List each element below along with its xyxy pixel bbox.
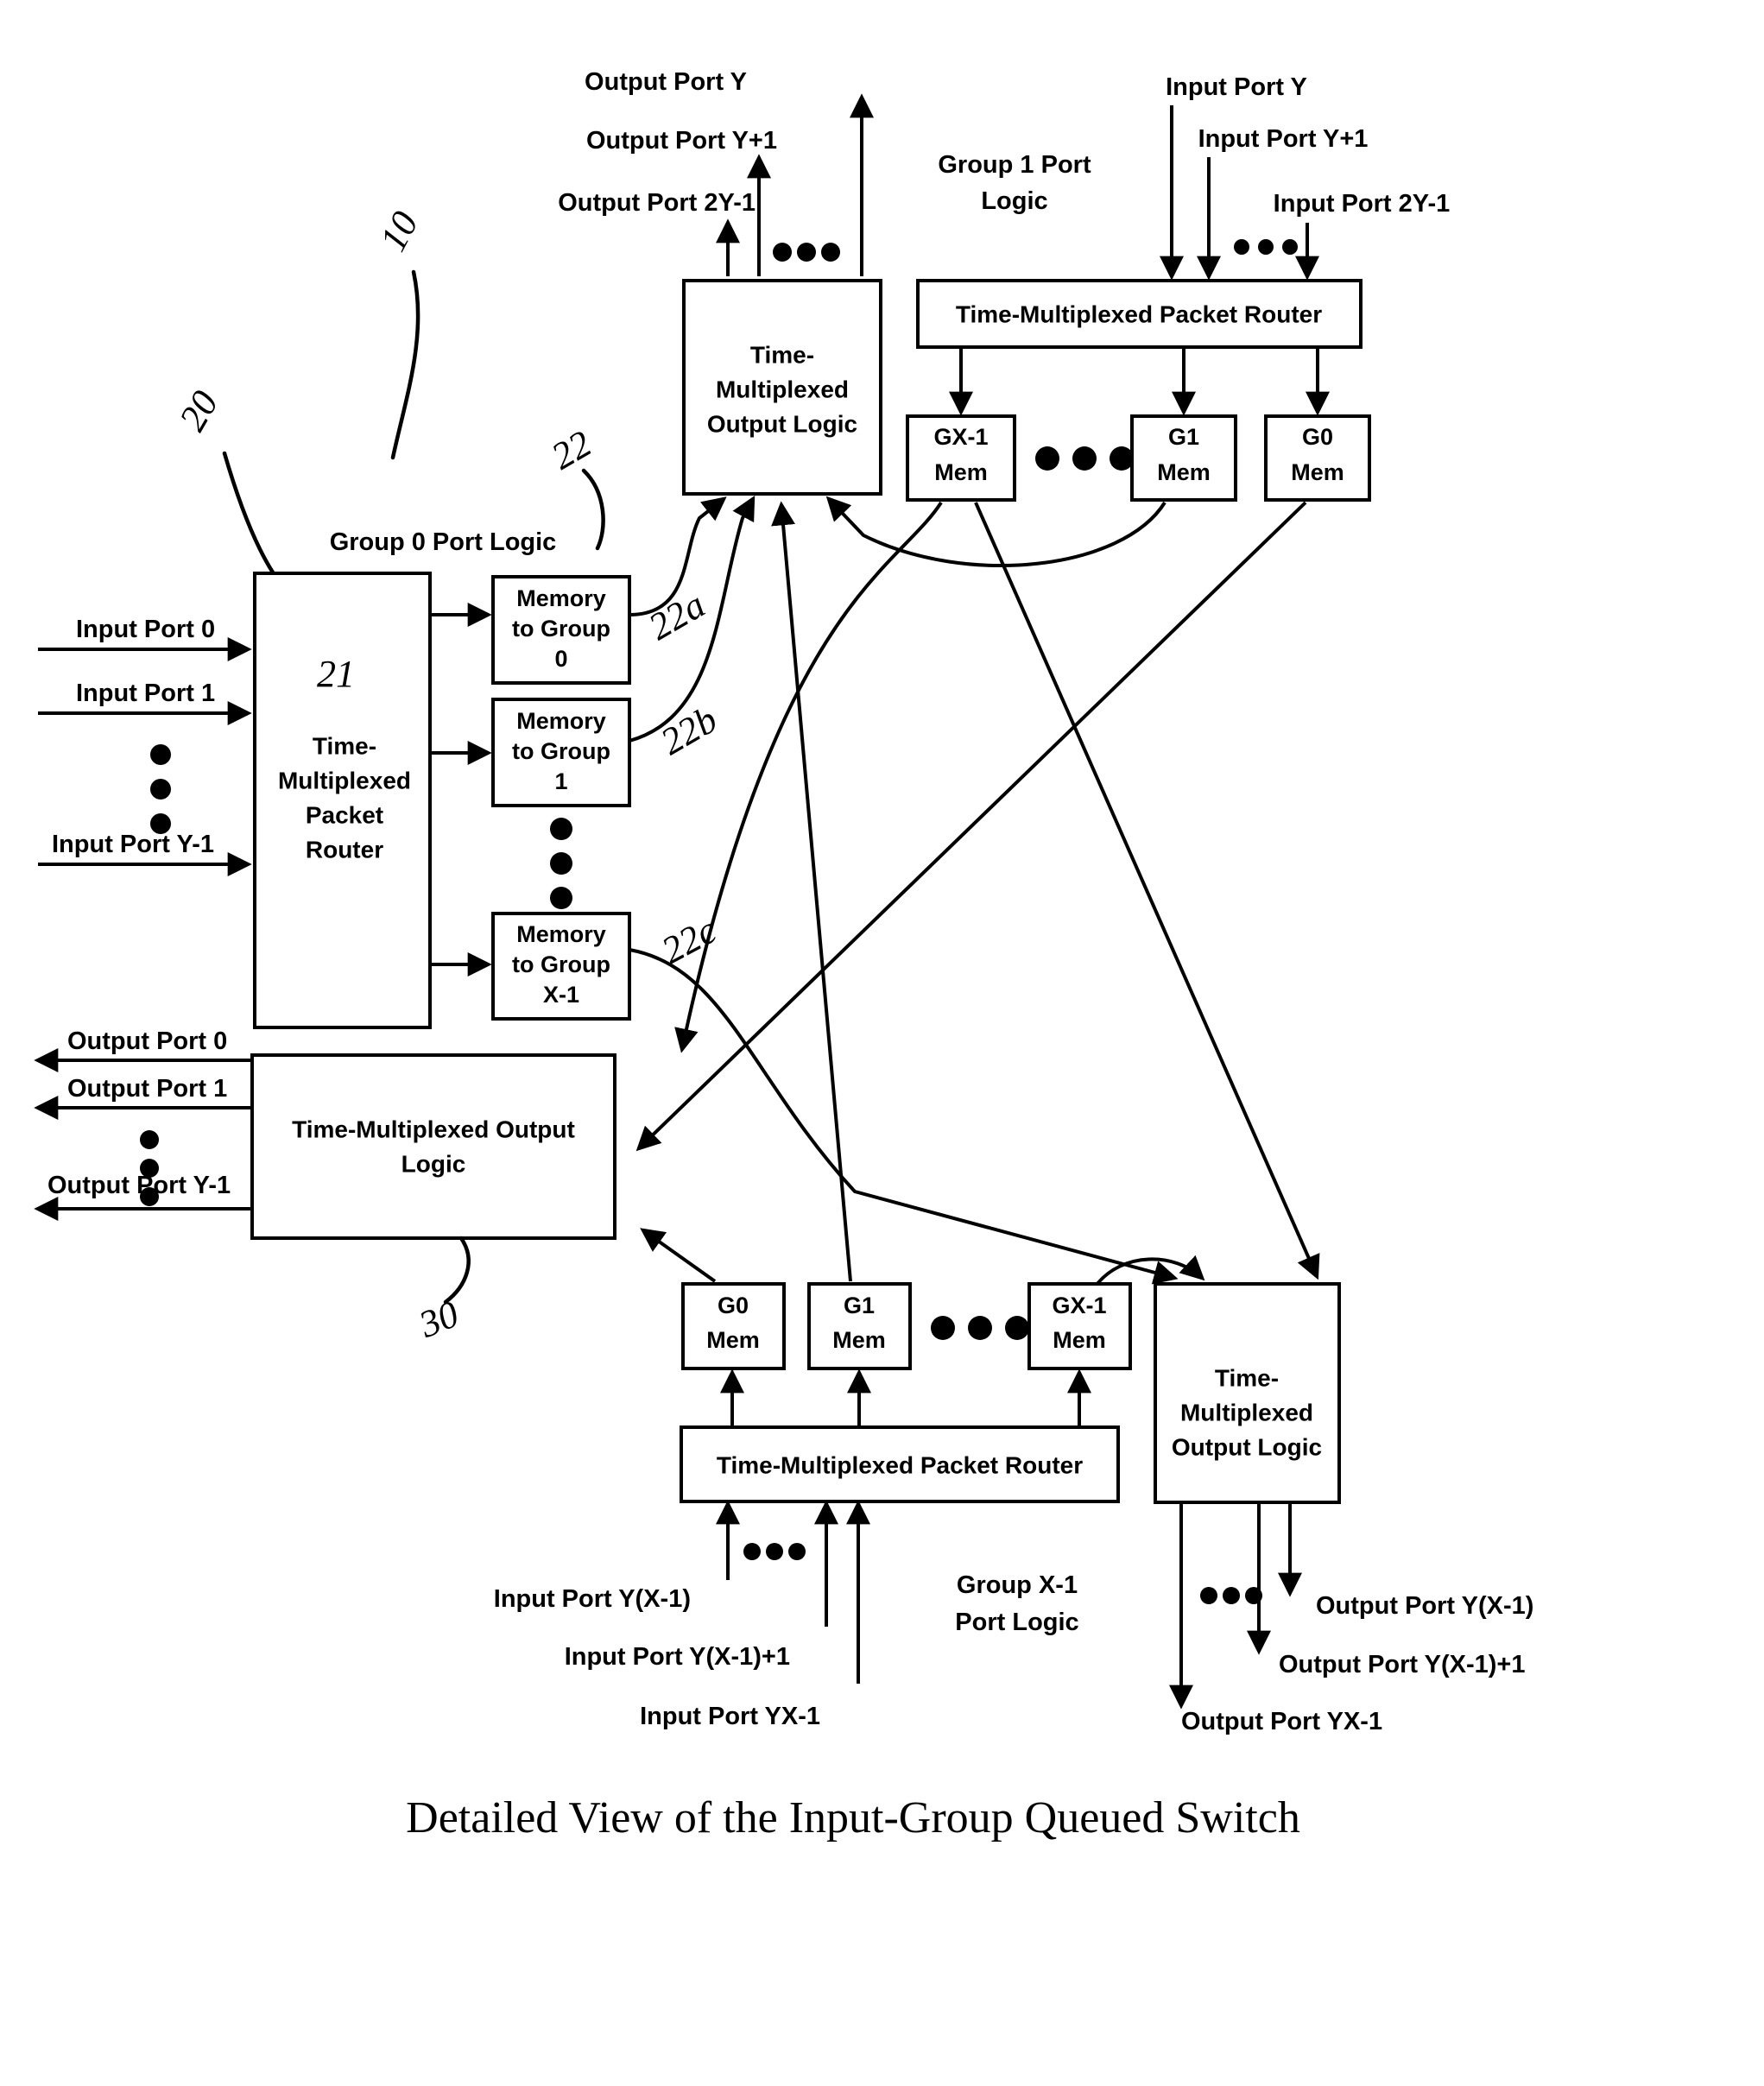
groupX1-input-label-2: Input Port YX-1 [640, 1703, 820, 1730]
numeral-22: 22 [544, 422, 598, 477]
group0-output-logic: Output Port 0 Output Port 1 Output Port … [34, 1027, 616, 1240]
group1-output-label-2: Output Port 2Y-1 [558, 189, 756, 217]
group0-output-label-2: Output Port Y-1 [47, 1172, 231, 1199]
wire-gx1mem0-to-g0output [640, 1228, 717, 1283]
group0-packet-router-box[interactable] [253, 572, 432, 1029]
group1-input-label-0: Input Port Y [1166, 73, 1307, 101]
group0-output-logic-line1: Time-Multiplexed Output [292, 1116, 575, 1142]
group0-input-label-2: Input Port Y-1 [52, 831, 214, 858]
group0-output-label-0: Output Port 0 [67, 1027, 227, 1055]
groupX1-mem-1-line2: Mem [832, 1327, 886, 1353]
groupX1-output-label-0: Output Port Y(X-1) [1316, 1592, 1533, 1620]
groupX1-mem-0-line2: Mem [706, 1327, 760, 1353]
groupX1-mem-2-line2: Mem [1053, 1327, 1106, 1353]
groupX1-input-label-1: Input Port Y(X-1)+1 [565, 1643, 790, 1671]
group0-input-label-0: Input Port 0 [76, 616, 215, 643]
groupX1-input-ellipsis [743, 1543, 806, 1560]
groupX1-title-line1: Group X-1 [957, 1571, 1078, 1599]
group0-mem1-line1: Memory [516, 708, 606, 734]
group0-mem0-line3: 0 [554, 646, 567, 672]
group1-input-ellipsis [1234, 239, 1298, 255]
group1-packet-router-label: Time-Multiplexed Packet Router [956, 300, 1322, 327]
numeral-21: 21 [317, 653, 355, 695]
group1-output-label-1: Output Port Y+1 [586, 127, 777, 155]
group1-mem-2-line1: G0 [1302, 424, 1333, 450]
group1-port-logic: Group 1 Port Logic Input Port Y Input Po… [906, 73, 1451, 502]
interconnect-wires [629, 495, 1320, 1286]
groupX1-title-line2: Port Logic [955, 1609, 1078, 1636]
groupX1-mem-ellipsis [931, 1316, 1029, 1340]
groupX1-mem-1-line1: G1 [844, 1293, 875, 1318]
group1-mem-ellipsis [1035, 446, 1134, 471]
group1-output-logic-line2: Multiplexed [716, 376, 849, 402]
figure-caption: Detailed View of the Input-Group Queued … [406, 1793, 1300, 1843]
numeral-22-leader [581, 468, 605, 551]
numeral-30-leader [443, 1236, 471, 1305]
group0-output-label-1: Output Port 1 [67, 1075, 227, 1103]
groupX1-output-logic-line1: Time- [1215, 1364, 1279, 1391]
group1-title-line2: Logic [981, 187, 1047, 215]
groupX1-output-logic-line2: Multiplexed [1180, 1399, 1313, 1425]
groupX1-output-logic-box[interactable] [1154, 1282, 1341, 1504]
group0-output-logic-line2: Logic [401, 1150, 466, 1177]
numeral-22a: 22a [642, 583, 712, 648]
patent-figure-page: Group 1 Port Logic Input Port Y Input Po… [0, 0, 1764, 2086]
numeral-20: 20 [171, 383, 226, 438]
numeral-10-leader [390, 269, 420, 460]
group1-output-logic-line3: Output Logic [707, 410, 857, 437]
numeral-20-leader [222, 451, 275, 575]
group0-router-line2: Multiplexed [278, 767, 411, 793]
group0-mem1-line2: to Group [512, 738, 610, 764]
group0-memx1-line2: to Group [512, 951, 610, 977]
group0-title: Group 0 Port Logic [330, 528, 557, 556]
groupX1-output-label-1: Output Port Y(X-1)+1 [1279, 1651, 1525, 1678]
group0-output-logic-box[interactable] [250, 1053, 616, 1240]
group0-mem1-line3: 1 [554, 768, 567, 794]
wire-g1mem0-to-g0output [635, 501, 1307, 1152]
group0-router-line1: Time- [313, 732, 376, 759]
group1-mem-0-line1: GX-1 [933, 424, 988, 450]
wire-g0memx1-to-gx1output [629, 948, 1179, 1285]
groupX1-packet-router-label: Time-Multiplexed Packet Router [717, 1451, 1083, 1478]
groupX1-input-label-0: Input Port Y(X-1) [494, 1585, 691, 1613]
groupX1-output-label-2: Output Port YX-1 [1181, 1708, 1382, 1735]
group0-port-logic: Group 0 Port Logic Input Port 0 Input Po… [38, 528, 631, 1029]
numeral-30: 30 [413, 1293, 465, 1346]
groupX1-mem-2-line1: GX-1 [1052, 1293, 1106, 1318]
group0-input-ellipsis [150, 744, 171, 834]
group1-title-line1: Group 1 Port [938, 151, 1091, 179]
switch-block-diagram: Group 1 Port Logic Input Port Y Input Po… [34, 68, 1533, 1843]
group1-mem-2-line2: Mem [1291, 459, 1344, 485]
group1-output-label-0: Output Port Y [585, 68, 747, 96]
group1-output-logic-line1: Time- [750, 341, 814, 368]
numeral-22b: 22b [654, 698, 724, 762]
wire-g1memx1-to-gx1output [974, 502, 1320, 1280]
group0-router-line3: Packet [306, 801, 383, 828]
wire-g1memx1-to-g0output [674, 501, 943, 1053]
group1-input-label-2: Input Port 2Y-1 [1274, 190, 1451, 218]
group0-mem-ellipsis [550, 818, 572, 909]
numeral-10: 10 [371, 205, 427, 258]
groupX1-output-logic-line3: Output Logic [1172, 1433, 1322, 1460]
group1-mem-1-line2: Mem [1157, 459, 1211, 485]
group0-mem0-line1: Memory [516, 585, 606, 611]
group1-mem-0-line2: Mem [934, 459, 988, 485]
group1-mem-1-line1: G1 [1168, 424, 1199, 450]
group0-memx1-line1: Memory [516, 921, 606, 947]
group0-input-label-1: Input Port 1 [76, 680, 215, 707]
group1-output-logic: Output Port 2Y-1 Output Port Y+1 Output … [558, 68, 882, 496]
group1-output-ellipsis [773, 243, 840, 262]
groupX1-port-logic: Group X-1 Port Logic Time-Multiplexed Pa… [494, 1282, 1132, 1730]
group0-memx1-line3: X-1 [543, 982, 579, 1008]
wire-g1mem1-to-g1output [825, 496, 1167, 567]
group0-mem0-line2: to Group [512, 616, 610, 642]
groupX1-mem-0-line1: G0 [718, 1293, 749, 1318]
groupX1-output-logic: Time- Multiplexed Output Logic Output Po… [1154, 1282, 1533, 1735]
group1-input-label-1: Input Port Y+1 [1198, 125, 1369, 153]
groupX1-output-ellipsis [1200, 1587, 1262, 1604]
group0-router-line4: Router [306, 836, 383, 863]
